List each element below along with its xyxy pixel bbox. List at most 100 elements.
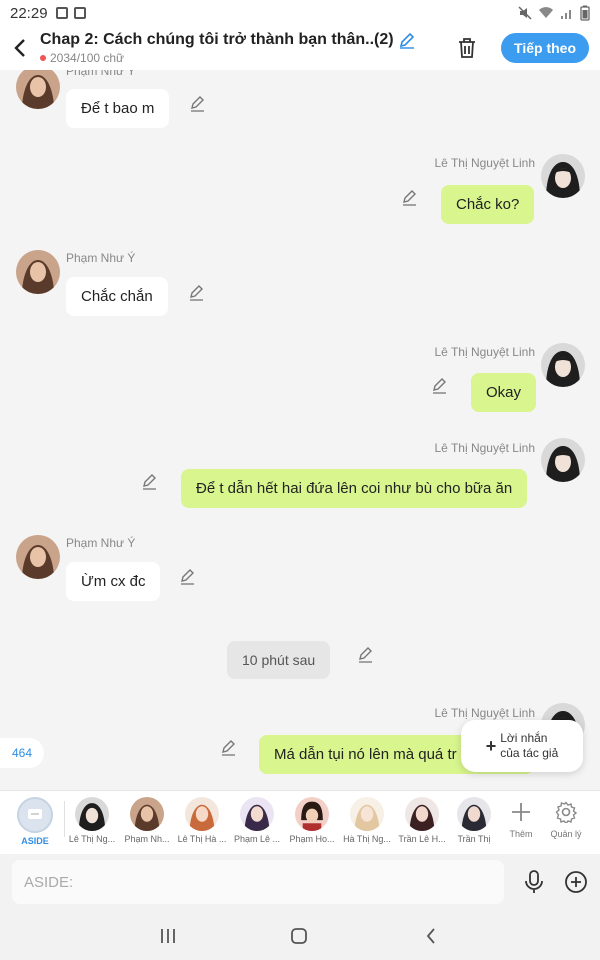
- microphone-icon: [525, 870, 543, 893]
- character-avatar: [295, 797, 329, 831]
- edit-message-icon[interactable]: [189, 95, 207, 113]
- avatar-le-thi-nguyet-linh[interactable]: [541, 438, 585, 482]
- status-dot-icon: [40, 55, 46, 61]
- character-label: Lê Thị Ng...: [68, 834, 116, 844]
- character-label: Phạm Ho...: [289, 834, 335, 844]
- chat-area[interactable]: Phạm Như Ý Để t bao m Lê Thị Nguyệt Linh…: [0, 70, 600, 790]
- delete-button[interactable]: [451, 32, 483, 64]
- edit-message-icon[interactable]: [220, 739, 238, 757]
- avatar-pham-nhu-y[interactable]: [16, 535, 60, 579]
- character-avatar: [457, 797, 491, 831]
- character-avatar: [185, 797, 219, 831]
- system-back-button[interactable]: [417, 924, 445, 948]
- message-bubble[interactable]: Để t dẫn hết hai đứa lên coi như bù cho …: [181, 469, 528, 508]
- plus-icon: [499, 797, 543, 827]
- edit-title-icon[interactable]: [398, 31, 416, 49]
- character-item[interactable]: Phạm Lê ...: [229, 797, 285, 844]
- edit-message-icon[interactable]: [188, 284, 206, 302]
- sender-name: Lê Thị Nguyệt Linh: [434, 345, 535, 359]
- battery-icon: [580, 5, 590, 21]
- edit-message-icon[interactable]: [179, 568, 197, 586]
- plus-icon: +: [485, 735, 497, 756]
- character-aside[interactable]: ASIDE: [10, 797, 60, 846]
- home-button[interactable]: [285, 924, 313, 948]
- message-bubble[interactable]: Chắc chắn: [66, 277, 168, 316]
- mute-icon: [518, 6, 532, 20]
- edit-message-icon[interactable]: [357, 646, 375, 664]
- system-nav-bar: [0, 912, 600, 960]
- message-count-badge[interactable]: 464: [0, 738, 44, 768]
- edit-message-icon[interactable]: [431, 377, 449, 395]
- title-block: Chap 2: Cách chúng tôi trở thành bạn thâ…: [40, 31, 451, 65]
- manage-characters-button[interactable]: Quản lý: [544, 797, 588, 839]
- character-label: Phạm Lê ...: [233, 834, 281, 844]
- character-item[interactable]: Hà Thị Ng...: [339, 797, 395, 844]
- avatar-le-thi-nguyet-linh[interactable]: [541, 154, 585, 198]
- character-item[interactable]: Phạm Nh...: [119, 797, 175, 844]
- message-bubble[interactable]: Để t bao m: [66, 89, 170, 128]
- sender-name: Lê Thị Nguyệt Linh: [434, 706, 535, 720]
- character-avatar: [240, 797, 274, 831]
- home-icon: [291, 928, 307, 944]
- add-character-button[interactable]: Thêm: [499, 797, 543, 839]
- gallery-icon: [55, 7, 68, 19]
- add-character-label: Thêm: [509, 829, 533, 839]
- character-avatar: [405, 797, 439, 831]
- author-note-line1: Lời nhắn: [500, 731, 548, 745]
- word-count: 2034/100 chữ: [50, 51, 125, 65]
- aside-icon: [17, 797, 53, 833]
- sender-name: Phạm Như Ý: [66, 70, 136, 78]
- character-avatar: [75, 797, 109, 831]
- character-item[interactable]: Lê Thị Ng...: [64, 797, 120, 844]
- character-item[interactable]: Trần Lê H...: [394, 797, 450, 844]
- status-bar: 22:29: [0, 0, 600, 26]
- character-bar: ASIDE Lê Thị Ng... Phạm Nh... Lê Thị Hà …: [0, 790, 600, 854]
- character-item[interactable]: Lê Thị Hà ...: [174, 797, 230, 844]
- character-label: Trần Lê H...: [398, 834, 446, 844]
- chevron-left-icon: [14, 39, 25, 57]
- sender-name: Phạm Như Ý: [66, 536, 136, 550]
- voice-input-button[interactable]: [520, 868, 548, 896]
- character-label: Phạm Nh...: [124, 834, 170, 844]
- back-button[interactable]: [0, 26, 40, 70]
- add-attachment-button[interactable]: [562, 868, 590, 896]
- character-label: Trần Thị: [457, 834, 491, 844]
- avatar-pham-nhu-y[interactable]: [16, 250, 60, 294]
- character-item[interactable]: Trần Thị: [446, 797, 502, 844]
- avatar-pham-nhu-y[interactable]: [16, 70, 60, 109]
- character-item[interactable]: Phạm Ho...: [284, 797, 340, 844]
- plus-circle-icon: [565, 871, 587, 893]
- trash-icon: [459, 38, 476, 58]
- message-bubble[interactable]: Ừm cx đc: [66, 562, 161, 601]
- narration-bubble[interactable]: 10 phút sau: [227, 641, 331, 679]
- wifi-icon: [539, 7, 553, 18]
- chevron-left-icon: [426, 928, 435, 944]
- status-time: 22:29: [10, 4, 48, 22]
- signal-icon: [561, 10, 571, 19]
- avatar-le-thi-nguyet-linh[interactable]: [541, 343, 585, 387]
- message-input[interactable]: [12, 860, 504, 904]
- edit-message-icon[interactable]: [141, 473, 159, 491]
- aside-label: ASIDE: [21, 836, 49, 846]
- recent-apps-icon: [161, 929, 175, 943]
- character-label: Lê Thị Hà ...: [177, 834, 227, 844]
- sender-name: Lê Thị Nguyệt Linh: [434, 156, 535, 170]
- author-note-button[interactable]: + Lời nhắn của tác giả: [461, 720, 583, 772]
- message-bubble[interactable]: Okay: [471, 373, 537, 412]
- word-count-row: 2034/100 chữ: [40, 51, 451, 65]
- character-label: Hà Thị Ng...: [343, 834, 391, 844]
- next-button[interactable]: Tiếp theo: [501, 33, 589, 63]
- manage-characters-label: Quản lý: [550, 829, 582, 839]
- character-avatar: [130, 797, 164, 831]
- chapter-title: Chap 2: Cách chúng tôi trở thành bạn thâ…: [40, 31, 394, 48]
- author-note-line2: của tác giả: [500, 746, 559, 760]
- message-bubble[interactable]: Chắc ko?: [441, 185, 535, 224]
- gear-icon: [544, 797, 588, 827]
- app-notification-icon: [73, 7, 86, 19]
- edit-message-icon[interactable]: [401, 189, 419, 207]
- character-avatar: [350, 797, 384, 831]
- header: Chap 2: Cách chúng tôi trở thành bạn thâ…: [0, 26, 600, 70]
- recent-apps-button[interactable]: [154, 924, 182, 948]
- input-bar: [0, 854, 600, 912]
- sender-name: Lê Thị Nguyệt Linh: [434, 441, 535, 455]
